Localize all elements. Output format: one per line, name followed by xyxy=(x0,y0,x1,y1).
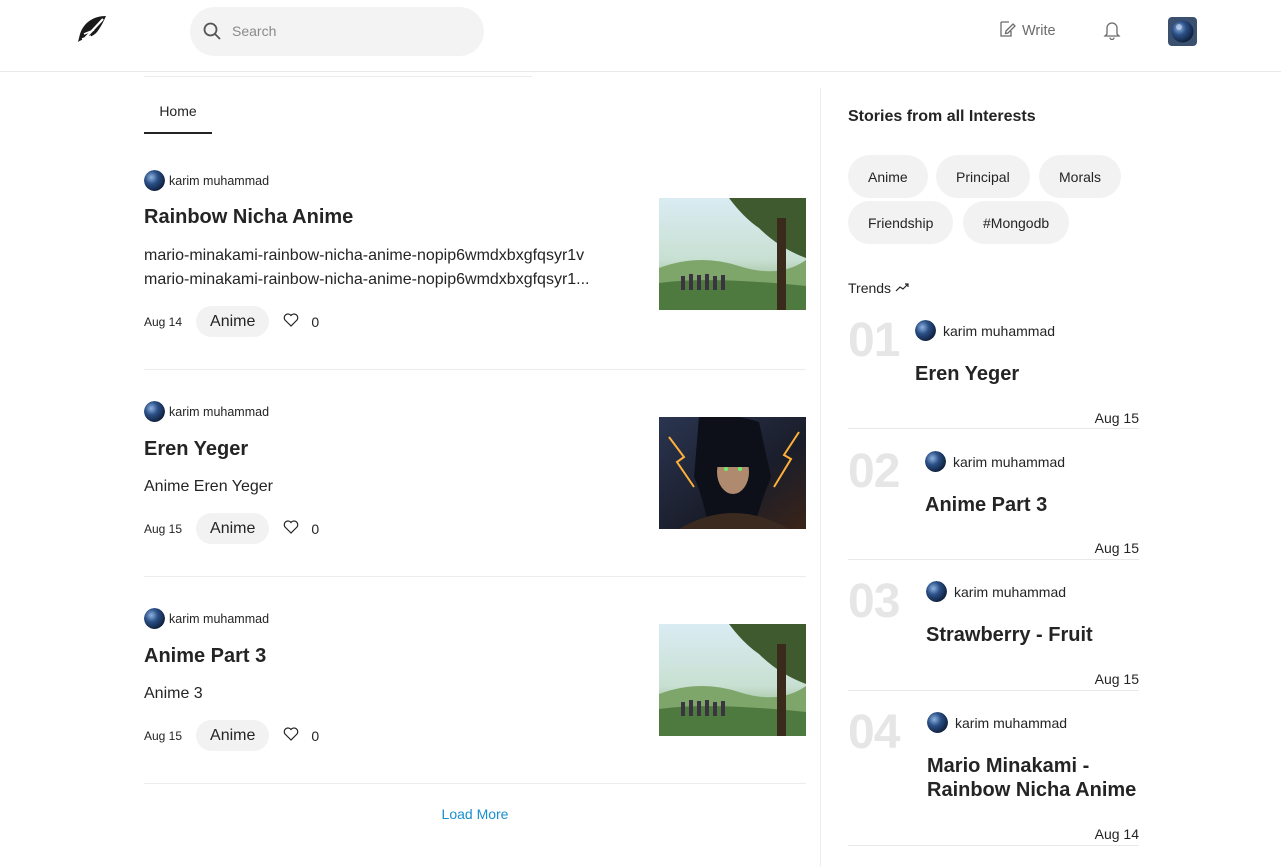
trends-label: Trends xyxy=(848,280,892,296)
post-author[interactable]: karim muhammad xyxy=(144,608,269,629)
post-divider xyxy=(144,369,806,370)
author-name: karim muhammad xyxy=(953,453,1066,470)
like-count: 0 xyxy=(311,520,320,537)
post-thumbnail[interactable] xyxy=(659,198,806,310)
search-icon xyxy=(202,21,222,41)
post-tag[interactable]: Anime xyxy=(196,513,270,544)
interest-chip[interactable]: Anime xyxy=(848,155,928,198)
post-description-line: Anime Eren Yeger xyxy=(144,478,273,495)
trend-title-line: Mario Minakami - xyxy=(927,755,1090,777)
trend-divider xyxy=(848,559,1139,560)
trend-title-line: Rainbow Nicha Anime xyxy=(927,779,1137,801)
trend-author[interactable]: karim muhammad xyxy=(915,320,1055,341)
author-name: karim muhammad xyxy=(169,611,270,626)
author-name: karim muhammad xyxy=(943,322,1056,339)
trend-number: 04 xyxy=(848,706,900,759)
sidebar-title: Stories from all Interests xyxy=(848,108,1036,125)
trend-date: Aug 15 xyxy=(1094,540,1139,556)
post-meta: Aug 15 Anime 0 xyxy=(144,513,319,544)
post-title[interactable]: Rainbow Nicha Anime xyxy=(144,206,353,229)
post-thumbnail[interactable] xyxy=(659,417,806,529)
author-name: karim muhammad xyxy=(955,714,1068,731)
post-meta: Aug 15 Anime 0 xyxy=(144,720,319,751)
trend-divider xyxy=(848,690,1139,691)
write-label: Write xyxy=(1022,23,1056,39)
author-name: karim muhammad xyxy=(169,173,270,188)
trend-number: 03 xyxy=(848,575,900,628)
author-avatar xyxy=(926,581,947,602)
search-input[interactable] xyxy=(232,19,472,43)
trend-date: Aug 15 xyxy=(1094,671,1139,687)
author-avatar xyxy=(144,170,165,191)
trend-divider xyxy=(848,845,1139,846)
user-avatar[interactable] xyxy=(1168,17,1197,46)
trend-title[interactable]: Eren Yeger xyxy=(915,362,1019,386)
post-description-line: Anime 3 xyxy=(144,685,203,702)
post-title[interactable]: Eren Yeger xyxy=(144,438,248,461)
trend-author[interactable]: karim muhammad xyxy=(927,712,1067,733)
author-avatar xyxy=(927,712,948,733)
post-tag[interactable]: Anime xyxy=(196,720,270,751)
interest-chip[interactable]: Morals xyxy=(1039,155,1122,198)
post-author[interactable]: karim muhammad xyxy=(144,401,269,422)
interest-chip[interactable]: Friendship xyxy=(848,201,954,244)
trend-title[interactable]: Anime Part 3 xyxy=(925,493,1047,517)
heart-icon xyxy=(283,520,299,537)
post-description: Anime Eren Yeger xyxy=(144,475,634,499)
like-button[interactable]: 0 xyxy=(283,520,319,537)
post-title[interactable]: Anime Part 3 xyxy=(144,645,266,668)
trending-up-icon xyxy=(895,280,909,296)
trend-date: Aug 14 xyxy=(1094,826,1139,842)
post-author[interactable]: karim muhammad xyxy=(144,170,269,191)
interest-chip[interactable]: Principal xyxy=(936,155,1030,198)
trend-date: Aug 15 xyxy=(1094,410,1139,426)
author-name: karim muhammad xyxy=(954,583,1067,600)
tab-home[interactable]: Home xyxy=(144,88,212,134)
post-date: Aug 15 xyxy=(144,521,183,536)
trend-author[interactable]: karim muhammad xyxy=(925,451,1065,472)
write-button[interactable]: Write xyxy=(998,18,1056,44)
post-meta: Aug 14 Anime 0 xyxy=(144,306,319,337)
like-button[interactable]: 0 xyxy=(283,727,319,744)
trend-author[interactable]: karim muhammad xyxy=(926,581,1066,602)
like-button[interactable]: 0 xyxy=(283,313,319,330)
post-description: mario-minakami-rainbow-nicha-anime-nopip… xyxy=(144,244,634,292)
bell-icon[interactable] xyxy=(1103,20,1121,41)
heart-icon xyxy=(283,727,299,744)
trend-divider xyxy=(848,428,1139,429)
post-date: Aug 14 xyxy=(144,314,183,329)
top-navbar: Write xyxy=(0,0,1281,72)
author-avatar xyxy=(144,401,165,422)
post-tag[interactable]: Anime xyxy=(196,306,270,337)
sidebar-divider xyxy=(820,88,821,866)
post-description-line: mario-minakami-rainbow-nicha-anime-nopip… xyxy=(144,247,585,264)
trend-number: 02 xyxy=(848,445,900,498)
trend-title[interactable]: Mario Minakami - Rainbow Nicha Anime xyxy=(927,754,1136,802)
trend-number: 01 xyxy=(848,314,900,367)
like-count: 0 xyxy=(311,727,320,744)
search-underline xyxy=(144,76,532,77)
post-date: Aug 15 xyxy=(144,728,183,743)
post-divider xyxy=(144,783,806,784)
write-icon xyxy=(998,20,1016,42)
like-count: 0 xyxy=(311,313,320,330)
trends-heading: Trends xyxy=(848,280,909,296)
load-more-button[interactable]: Load More xyxy=(420,806,530,822)
post-description: Anime 3 xyxy=(144,682,634,706)
trend-title[interactable]: Strawberry - Fruit xyxy=(926,623,1093,647)
author-avatar xyxy=(925,451,946,472)
post-description-line: mario-minakami-rainbow-nicha-anime-nopip… xyxy=(144,271,590,288)
author-name: karim muhammad xyxy=(169,404,270,419)
tab-home-label: Home xyxy=(159,103,197,119)
author-avatar xyxy=(144,608,165,629)
author-avatar xyxy=(915,320,936,341)
interest-chip[interactable]: #Mongodb xyxy=(963,201,1070,244)
feather-logo-icon[interactable] xyxy=(70,12,110,52)
post-divider xyxy=(144,576,806,577)
post-thumbnail[interactable] xyxy=(659,624,806,736)
heart-icon xyxy=(283,313,299,330)
